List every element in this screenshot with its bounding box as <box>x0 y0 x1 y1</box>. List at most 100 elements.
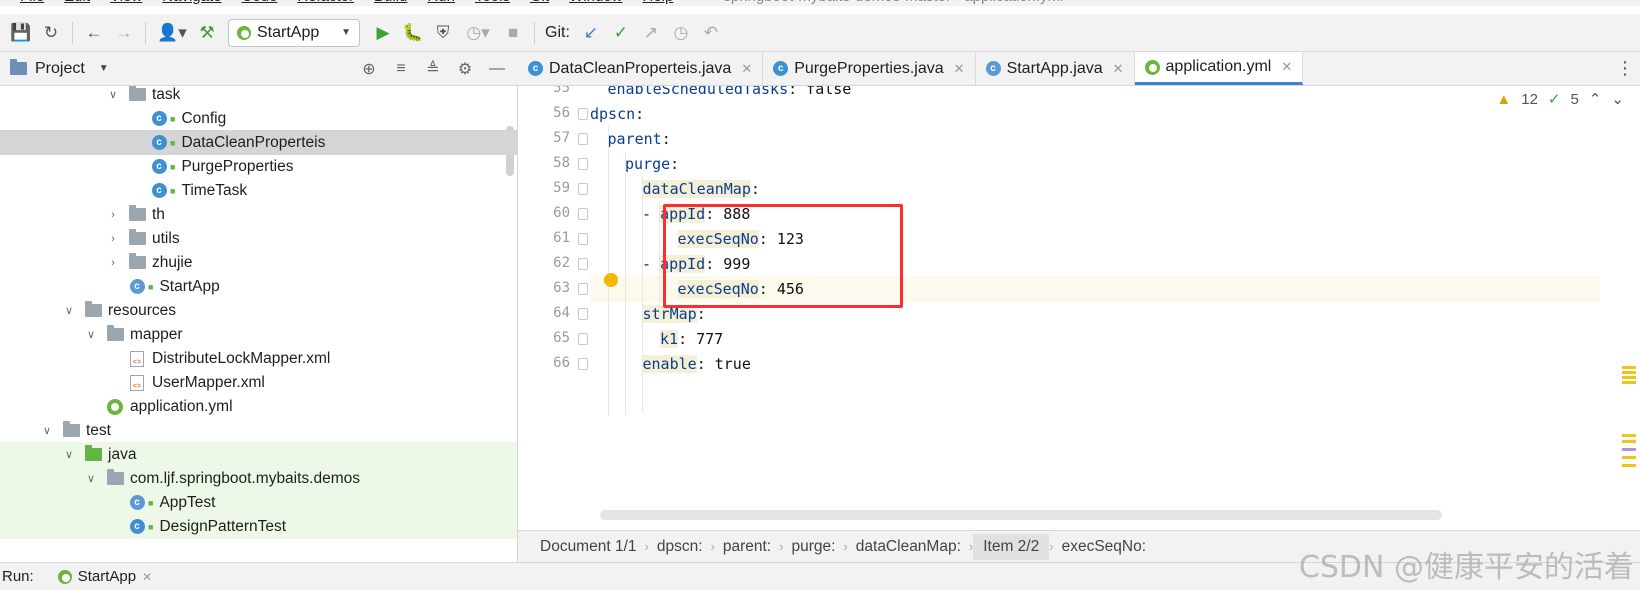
breadcrumb-item[interactable]: execSeqNo: <box>1054 538 1154 556</box>
debug-icon[interactable]: 🐛 <box>398 19 428 47</box>
code-editor[interactable]: 55 56 57 58 59 60 61 62 63 64 65 66 ▲ 12 ✓ 5 ⌃ ⌄ en… <box>518 86 1640 530</box>
tree-item[interactable]: c ■ AppTest <box>0 490 517 515</box>
menu-item[interactable]: File <box>20 0 44 6</box>
fold-marker-icon[interactable] <box>578 333 588 345</box>
tree-item[interactable]: c ■ TimeTask <box>0 178 517 203</box>
close-icon[interactable]: ✕ <box>1113 61 1124 77</box>
fold-marker-icon[interactable] <box>578 108 588 120</box>
tree-item[interactable]: › th <box>0 202 517 227</box>
code-line[interactable]: enableScheduledTasks: false <box>590 86 1600 102</box>
chevron-right-icon[interactable]: › <box>106 233 120 245</box>
error-stripe-marker[interactable] <box>1622 434 1636 437</box>
code-line[interactable]: purge: <box>590 151 1600 177</box>
gear-icon[interactable]: ⚙ <box>452 56 478 82</box>
editor-tab[interactable]: c DataCleanProperteis.java ✕ <box>518 52 764 85</box>
code-line[interactable]: enable: true <box>590 351 1600 377</box>
close-icon[interactable]: ✕ <box>741 61 752 77</box>
git-update-icon[interactable]: ↙ <box>576 19 606 47</box>
code-line[interactable]: k1: 777 <box>590 326 1600 352</box>
error-stripe-marker[interactable] <box>1622 371 1636 374</box>
menu-item[interactable]: Code <box>241 0 277 6</box>
fold-marker-icon[interactable] <box>578 283 588 295</box>
user-dropdown-icon[interactable]: 👤▾ <box>152 19 192 47</box>
run-config-selector[interactable]: StartApp ▼ <box>228 18 360 47</box>
hide-icon[interactable]: — <box>484 56 510 82</box>
menu-item[interactable]: Run <box>427 0 455 6</box>
git-history-icon[interactable]: ◷ <box>666 19 696 47</box>
git-push-icon[interactable]: ↗ <box>636 19 666 47</box>
error-stripe-marker[interactable] <box>1622 440 1636 443</box>
menu-item[interactable]: Edit <box>64 0 90 6</box>
tree-item[interactable]: c ■ PurgeProperties <box>0 154 517 179</box>
more-options-icon[interactable]: ⋮ <box>1610 52 1640 85</box>
tree-item[interactable]: › utils <box>0 226 517 251</box>
chevron-right-icon[interactable]: › <box>106 209 120 221</box>
git-commit-icon[interactable]: ✓ <box>606 19 636 47</box>
tree-item[interactable]: <> UserMapper.xml <box>0 370 517 395</box>
tree-item[interactable]: c ■ DataCleanProperteis <box>0 130 517 155</box>
editor-tab[interactable]: c PurgeProperties.java ✕ <box>763 52 976 85</box>
error-stripe-marker[interactable] <box>1622 448 1636 451</box>
project-title[interactable]: Project <box>35 60 85 78</box>
build-hammer-icon[interactable]: ⚒ <box>192 19 222 47</box>
code-line[interactable]: parent: <box>590 126 1600 152</box>
menu-item[interactable]: Help <box>643 0 674 6</box>
tree-item[interactable]: <> DistributeLockMapper.xml <box>0 346 517 371</box>
stop-icon[interactable]: ■ <box>498 19 528 47</box>
breadcrumb-item[interactable]: Document 1/1 <box>532 538 645 556</box>
editor-tab[interactable]: c StartApp.java ✕ <box>976 52 1135 85</box>
menu-item[interactable]: Tools <box>475 0 510 6</box>
collapse-all-icon[interactable]: ≜ <box>420 56 446 82</box>
chevron-down-icon[interactable]: ∨ <box>84 472 98 485</box>
error-stripe-marker[interactable] <box>1622 381 1636 384</box>
profile-icon[interactable]: ◷▾ <box>458 19 498 47</box>
git-rollback-icon[interactable]: ↶ <box>696 19 726 47</box>
error-stripe-marker[interactable] <box>1622 366 1636 369</box>
error-stripe-marker[interactable] <box>1622 456 1636 459</box>
horizontal-scrollbar[interactable] <box>600 510 1442 520</box>
fold-marker-icon[interactable] <box>578 308 588 320</box>
tree-item[interactable]: › zhujie <box>0 250 517 275</box>
menu-item[interactable]: Refactor <box>297 0 354 6</box>
tree-item[interactable]: ∨ mapper <box>0 322 517 347</box>
run-icon[interactable]: ▶ <box>368 19 398 47</box>
breadcrumb-item[interactable]: purge: <box>783 538 843 556</box>
breadcrumb-item[interactable]: dpscn: <box>649 538 711 556</box>
chevron-down-icon[interactable]: ∨ <box>40 424 54 437</box>
code-line[interactable]: dataCleanMap: <box>590 176 1600 202</box>
lightbulb-icon[interactable] <box>604 273 618 287</box>
close-icon[interactable]: ✕ <box>954 61 965 77</box>
tree-item[interactable]: c ■ StartApp <box>0 274 517 299</box>
tree-item[interactable]: ∨ test <box>0 418 517 443</box>
coverage-icon[interactable]: ⛨ <box>428 19 458 47</box>
sync-icon[interactable]: ↻ <box>36 19 66 47</box>
menu-item[interactable]: View <box>110 0 142 6</box>
breadcrumb-item[interactable]: parent: <box>715 538 779 556</box>
fold-marker-icon[interactable] <box>578 208 588 220</box>
menu-item[interactable]: Build <box>374 0 407 6</box>
fold-marker-icon[interactable] <box>578 158 588 170</box>
tree-item[interactable]: c ■ Config <box>0 106 517 131</box>
fold-marker-icon[interactable] <box>578 258 588 270</box>
close-icon[interactable]: ✕ <box>1281 59 1292 75</box>
breadcrumb-item[interactable]: dataCleanMap: <box>848 538 969 556</box>
fold-marker-icon[interactable] <box>578 183 588 195</box>
breadcrumb-item[interactable]: Item 2/2 <box>973 533 1050 560</box>
code-line[interactable]: dpscn: <box>590 101 1600 127</box>
chevron-down-icon[interactable]: ∨ <box>106 88 120 101</box>
expand-all-icon[interactable]: ≡ <box>388 56 414 82</box>
chevron-down-icon[interactable]: ⌄ <box>1611 90 1624 108</box>
chevron-down-icon[interactable]: ∨ <box>62 304 76 317</box>
fold-marker-icon[interactable] <box>578 358 588 370</box>
chevron-down-icon[interactable]: ∨ <box>84 328 98 341</box>
save-all-icon[interactable]: 💾 <box>6 19 36 47</box>
menu-item[interactable]: Navigate <box>162 0 221 6</box>
tree-item[interactable]: ∨ resources <box>0 298 517 323</box>
tree-item[interactable]: application.yml <box>0 394 517 419</box>
fold-marker-icon[interactable] <box>578 233 588 245</box>
error-stripe-marker[interactable] <box>1622 464 1636 467</box>
chevron-right-icon[interactable]: › <box>106 257 120 269</box>
error-stripe-marker[interactable] <box>1622 376 1636 379</box>
tree-item[interactable]: ∨ com.ljf.springboot.mybaits.demos <box>0 466 517 491</box>
locate-icon[interactable]: ⊕ <box>356 56 382 82</box>
